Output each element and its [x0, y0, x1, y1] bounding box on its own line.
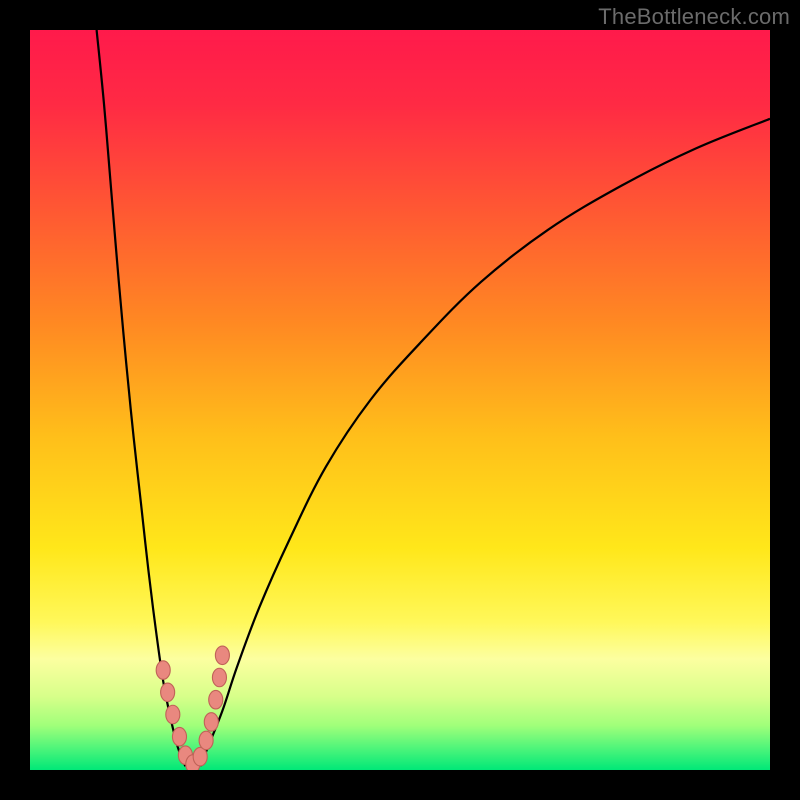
- highlight-dot: [199, 731, 213, 750]
- highlight-dot: [212, 668, 226, 687]
- highlight-dot: [193, 747, 207, 766]
- plot-area: [30, 30, 770, 770]
- dots-group: [156, 646, 229, 770]
- curves-layer: [30, 30, 770, 770]
- chart-frame: TheBottleneck.com: [0, 0, 800, 800]
- highlight-dot: [215, 646, 229, 665]
- highlight-dot: [172, 727, 186, 746]
- highlight-dot: [209, 690, 223, 709]
- watermark-text: TheBottleneck.com: [598, 4, 790, 30]
- curve-left: [97, 30, 186, 766]
- highlight-dot: [166, 705, 180, 724]
- highlight-dot: [161, 683, 175, 702]
- curve-right: [200, 119, 770, 767]
- highlight-dot: [204, 713, 218, 732]
- highlight-dot: [156, 661, 170, 680]
